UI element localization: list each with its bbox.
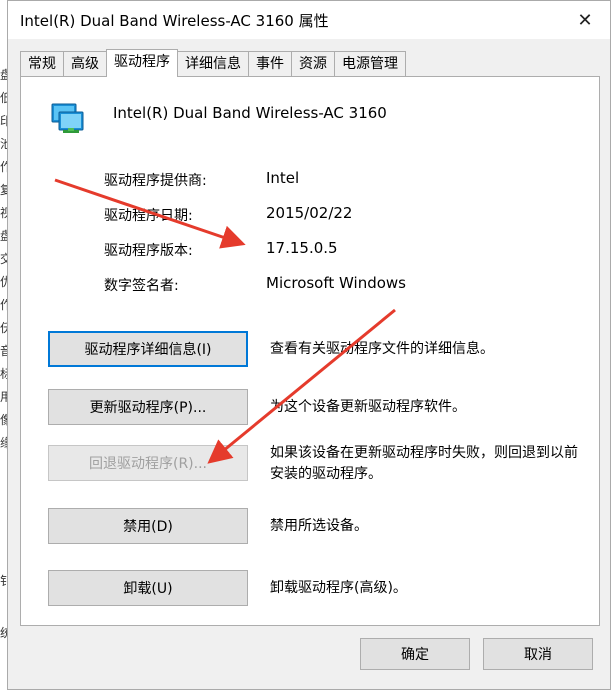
roll-back-driver-button[interactable]: 回退驱动程序(R)... xyxy=(48,445,248,481)
uninstall-driver-button[interactable]: 卸载(U) xyxy=(48,570,248,606)
driver-details-button[interactable]: 驱动程序详细信息(I) xyxy=(48,331,248,367)
driver-provider-value: Intel xyxy=(266,169,300,187)
tab-advanced[interactable]: 高级 xyxy=(63,51,107,77)
tab-power-management[interactable]: 电源管理 xyxy=(334,51,406,77)
cancel-button[interactable]: 取消 xyxy=(483,638,593,670)
tab-details[interactable]: 详细信息 xyxy=(177,51,249,77)
driver-version-label: 驱动程序版本: xyxy=(104,243,193,259)
network-adapter-icon xyxy=(51,103,84,133)
tab-strip: 常规 高级 驱动程序 详细信息 事件 资源 电源管理 xyxy=(20,49,406,77)
tab-resources[interactable]: 资源 xyxy=(291,51,335,77)
close-icon: ✕ xyxy=(577,9,593,31)
properties-dialog: Intel(R) Dual Band Wireless-AC 3160 属性 ✕… xyxy=(7,0,611,690)
uninstall-driver-description: 卸载驱动程序(高级)。 xyxy=(270,580,407,596)
roll-back-driver-description: 如果该设备在更新驱动程序时失败，则回退到以前安装的驱动程序。 xyxy=(270,445,578,482)
driver-version-value: 17.15.0.5 xyxy=(266,239,338,257)
tab-driver[interactable]: 驱动程序 xyxy=(106,49,178,77)
driver-date-value: 2015/02/22 xyxy=(266,204,353,222)
digital-signer-label: 数字签名者: xyxy=(104,278,179,294)
driver-tab-panel: Intel(R) Dual Band Wireless-AC 3160 驱动程序… xyxy=(20,76,600,626)
ok-button[interactable]: 确定 xyxy=(360,638,470,670)
update-driver-button[interactable]: 更新驱动程序(P)... xyxy=(48,389,248,425)
driver-details-description: 查看有关驱动程序文件的详细信息。 xyxy=(270,341,494,357)
digital-signer-value: Microsoft Windows xyxy=(266,274,406,292)
tab-general[interactable]: 常规 xyxy=(20,51,64,77)
tab-events[interactable]: 事件 xyxy=(248,51,292,77)
title-bar[interactable]: Intel(R) Dual Band Wireless-AC 3160 属性 ✕ xyxy=(8,1,610,39)
driver-date-label: 驱动程序日期: xyxy=(104,208,193,224)
dialog-title: Intel(R) Dual Band Wireless-AC 3160 属性 xyxy=(20,12,329,30)
disable-device-description: 禁用所选设备。 xyxy=(270,518,368,534)
disable-device-button[interactable]: 禁用(D) xyxy=(48,508,248,544)
update-driver-description: 为这个设备更新驱动程序软件。 xyxy=(270,399,466,415)
close-button[interactable]: ✕ xyxy=(570,5,600,35)
device-name: Intel(R) Dual Band Wireless-AC 3160 xyxy=(113,104,387,122)
driver-provider-label: 驱动程序提供商: xyxy=(104,173,207,189)
